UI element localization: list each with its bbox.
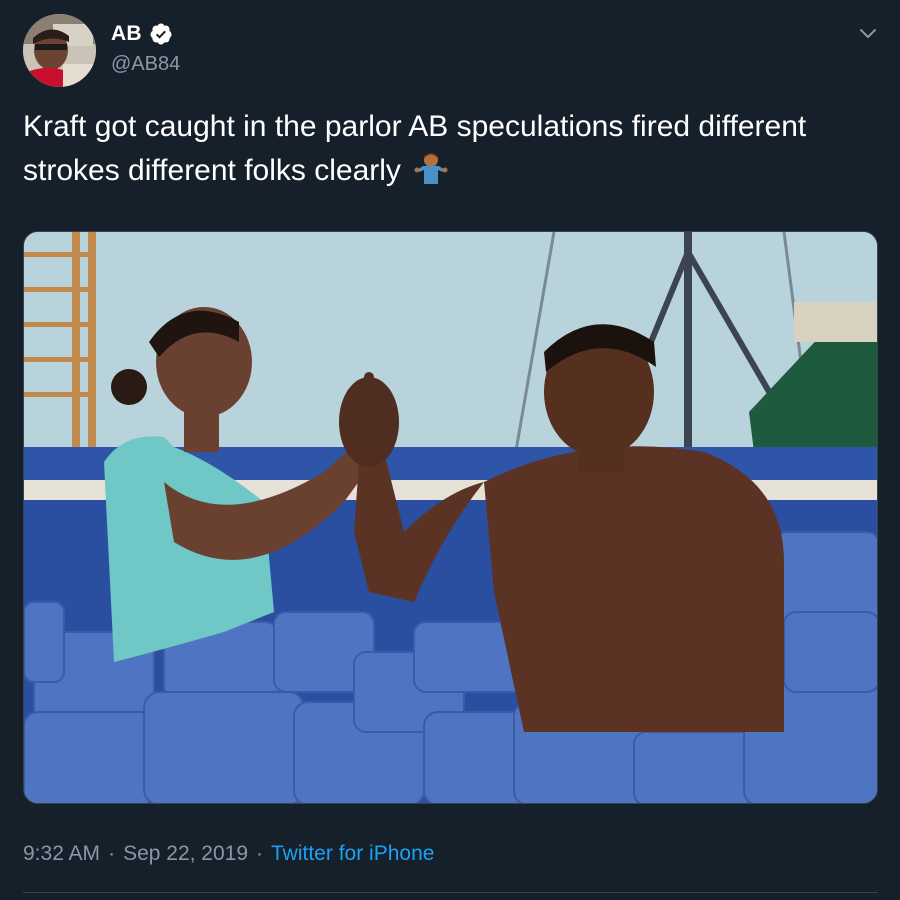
author-display-name[interactable]: AB (111, 22, 142, 46)
tweet-media-image[interactable] (23, 231, 878, 804)
meta-separator: · (108, 842, 116, 865)
tweet-time[interactable]: 9:32 AM (23, 842, 100, 866)
meta-separator: · (256, 842, 264, 865)
person-shrugging-emoji-icon (413, 150, 449, 186)
divider (23, 892, 878, 893)
avatar[interactable] (23, 14, 96, 87)
author-name-row[interactable]: AB (111, 22, 173, 46)
tweet-card: AB @AB84 Kraft got caught in the parlor … (0, 0, 900, 900)
tweet-date[interactable]: Sep 22, 2019 (123, 842, 248, 866)
author-handle[interactable]: @AB84 (111, 53, 180, 76)
tweet-source-link[interactable]: Twitter for iPhone (271, 842, 434, 866)
avatar-image (23, 14, 96, 87)
chevron-down-icon[interactable] (857, 22, 879, 44)
tweet-text: Kraft got caught in the parlor AB specul… (23, 105, 873, 193)
verified-badge-icon (149, 22, 173, 46)
tweet-meta: 9:32 AM · Sep 22, 2019 · Twitter for iPh… (23, 842, 434, 866)
photo (24, 232, 877, 803)
